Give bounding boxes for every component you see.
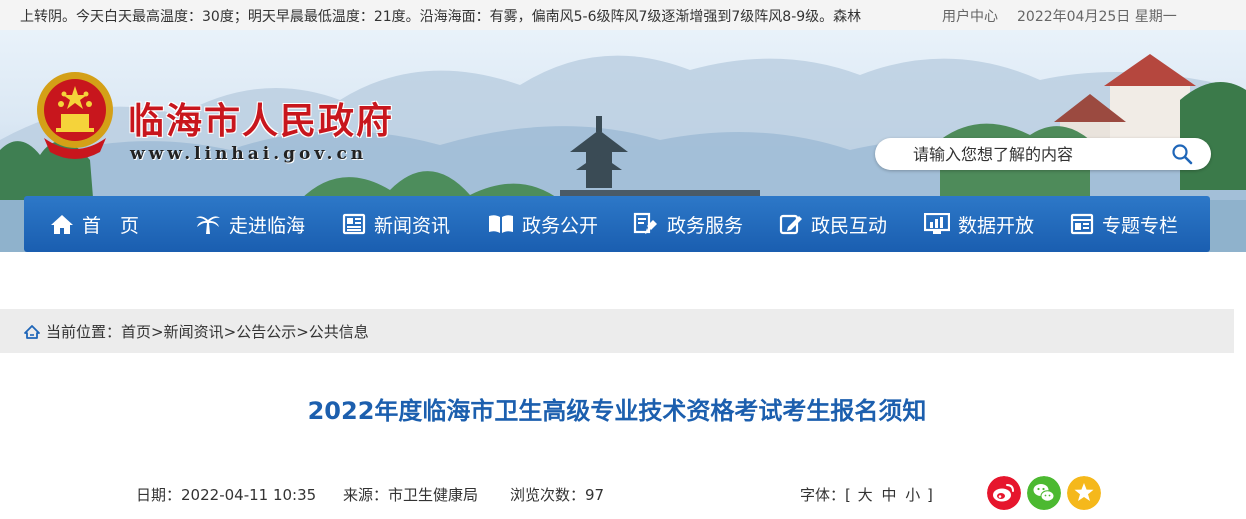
article-date: 日期：2022-04-11 10:35 xyxy=(136,484,316,505)
font-size-control: 字体：[ 大 中 小 ] xyxy=(800,484,933,505)
wechat-share-icon[interactable] xyxy=(1027,476,1061,510)
breadcrumb-news[interactable]: 新闻资讯 xyxy=(164,321,224,342)
header-banner: 临海市人民政府 www.linhai.gov.cn 首 页 走进临海 xyxy=(0,30,1246,285)
breadcrumb: 当前位置： 首页 > 新闻资讯 > 公告公示 > 公共信息 xyxy=(24,321,369,342)
breadcrumb-bar: 当前位置： 首页 > 新闻资讯 > 公告公示 > 公共信息 xyxy=(0,309,1234,353)
breadcrumb-separator: > xyxy=(151,322,164,341)
edit-icon xyxy=(779,214,802,235)
date-value: 2022-04-11 10:35 xyxy=(181,486,317,504)
site-url: www.linhai.gov.cn xyxy=(130,144,368,164)
nav-item-home[interactable]: 首 页 xyxy=(50,196,139,252)
breadcrumb-separator: > xyxy=(296,322,309,341)
nav-item-gov-services[interactable]: 政务服务 xyxy=(633,196,743,252)
font-bracket-open: [ xyxy=(845,486,851,504)
breadcrumb-label: 当前位置： xyxy=(46,323,122,341)
site-title[interactable]: 临海市人民政府 xyxy=(128,92,394,144)
nav-label: 走进临海 xyxy=(229,214,306,237)
views-value: 97 xyxy=(585,486,605,504)
breadcrumb-separator: > xyxy=(223,322,237,341)
user-center-link[interactable]: 用户中心 xyxy=(942,6,998,26)
nav-label: 数据开放 xyxy=(958,214,1035,237)
font-large-button[interactable]: 大 xyxy=(858,486,873,504)
national-emblem-icon xyxy=(37,72,113,159)
breadcrumb-announcements[interactable]: 公告公示 xyxy=(236,321,296,342)
nav-item-gov-affairs-open[interactable]: 政务公开 xyxy=(488,196,598,252)
search-box xyxy=(875,138,1211,170)
monitor-chart-icon xyxy=(924,213,950,234)
nav-label: 政民互动 xyxy=(811,214,888,237)
nav-item-interaction[interactable]: 政民互动 xyxy=(779,196,887,252)
weather-ticker: 上转阴。今天白天最高温度：30度；明天早晨最低温度：21度。沿海海面：有雾，偏南… xyxy=(20,9,862,25)
nav-item-about-linhai[interactable]: 走进临海 xyxy=(195,196,305,252)
current-date: 2022年04月25日 星期一 xyxy=(1017,9,1177,25)
nav-label: 新闻资讯 xyxy=(374,214,451,237)
service-icon xyxy=(633,212,657,234)
weibo-share-icon[interactable] xyxy=(987,476,1021,510)
nav-label: 专题专栏 xyxy=(1102,214,1179,237)
palm-tree-icon xyxy=(196,216,220,234)
article-views: 浏览次数：97 xyxy=(510,484,604,505)
article-title: 2022年度临海市卫生高级专业技术资格考试考生报名须知 xyxy=(307,397,927,425)
search-input[interactable] xyxy=(913,142,1163,166)
breadcrumb-home[interactable]: 首页 xyxy=(121,321,151,342)
main-navigation: 首 页 走进临海 新闻资讯 政务公开 政务服务 政民互动 数据开放 专题专栏 xyxy=(24,196,1210,252)
article-source: 来源：市卫生健康局 xyxy=(343,484,478,505)
window-icon xyxy=(1070,213,1094,235)
nav-label: 政务服务 xyxy=(667,214,744,237)
home-icon xyxy=(24,324,40,339)
font-bracket-close: ] xyxy=(927,486,933,504)
views-label: 浏览次数： xyxy=(510,486,586,504)
source-value: 市卫生健康局 xyxy=(388,486,479,504)
nav-item-special-topics[interactable]: 专题专栏 xyxy=(1070,196,1178,252)
favorite-star-icon[interactable] xyxy=(1067,476,1101,510)
nav-item-open-data[interactable]: 数据开放 xyxy=(924,196,1034,252)
nav-item-news[interactable]: 新闻资讯 xyxy=(342,196,450,252)
nav-label: 政务公开 xyxy=(522,214,599,237)
date-label: 日期： xyxy=(136,486,182,504)
magnifier-icon[interactable] xyxy=(1171,143,1193,165)
breadcrumb-public-info[interactable]: 公共信息 xyxy=(309,321,369,342)
font-medium-button[interactable]: 中 xyxy=(881,486,896,504)
font-small-button[interactable]: 小 xyxy=(905,486,920,504)
source-label: 来源： xyxy=(343,486,389,504)
newspaper-icon xyxy=(342,213,366,235)
home-icon xyxy=(51,215,73,234)
nav-label: 首 页 xyxy=(82,214,140,237)
open-book-icon xyxy=(489,215,513,233)
top-info-bar: 上转阴。今天白天最高温度：30度；明天早晨最低温度：21度。沿海海面：有雾，偏南… xyxy=(0,0,1246,30)
font-label: 字体： xyxy=(800,486,846,504)
